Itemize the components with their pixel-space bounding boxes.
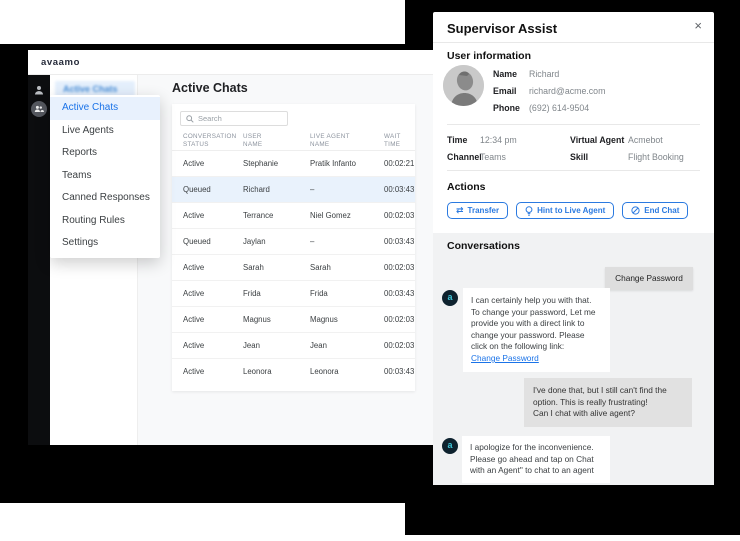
- app-icon-sidebar: [28, 75, 50, 445]
- virtual-agent-label: Virtual Agent: [570, 135, 624, 145]
- menu-item-teams[interactable]: Teams: [50, 165, 160, 188]
- app-header: avaamo: [28, 50, 435, 75]
- channel-label: Channel: [447, 152, 482, 162]
- table-row[interactable]: ActiveFridaFrida00:03:43: [172, 281, 415, 307]
- divider: [447, 170, 700, 171]
- skill-label: Skill: [570, 152, 588, 162]
- table-row[interactable]: ActiveJeanJean00:02:03: [172, 333, 415, 359]
- agents-group-icon[interactable]: [31, 101, 47, 117]
- chat-quick-reply-change-password[interactable]: Change Password: [605, 267, 693, 290]
- virtual-agent-value: Acmebot: [628, 135, 663, 145]
- table-row[interactable]: ActiveSarahSarah00:02:03: [172, 255, 415, 281]
- page-title: Active Chats: [172, 81, 248, 95]
- chats-table-card: Search CONVERSATIONSTATUS USERNAME LIVE …: [172, 104, 415, 391]
- actions-row: ⇄ Transfer Hint to Live Agent End Chat: [447, 202, 688, 219]
- phone-label: Phone: [493, 103, 520, 113]
- close-icon[interactable]: ×: [694, 18, 702, 33]
- user-avatar: [443, 65, 484, 106]
- time-label: Time: [447, 135, 467, 145]
- menu-item-reports[interactable]: Reports: [50, 142, 160, 165]
- search-placeholder: Search: [198, 114, 222, 123]
- col-live-agent-name: LIVE AGENT: [310, 133, 350, 140]
- menu-item-canned-responses[interactable]: Canned Responses: [50, 187, 160, 210]
- change-password-link[interactable]: Change Password: [471, 353, 539, 363]
- screenshot-root: avaamo Active Chats Active Chats Search …: [0, 0, 740, 541]
- table-row-selected[interactable]: QueuedRichard–00:03:43: [172, 177, 415, 203]
- name-value: Richard: [529, 69, 559, 79]
- menu-item-settings[interactable]: Settings: [50, 232, 160, 255]
- channel-value: Teams: [480, 152, 506, 162]
- col-wait-time: WAIT TIME: [384, 133, 401, 148]
- end-chat-button[interactable]: End Chat: [622, 202, 688, 219]
- col-conversation-status: CONVERSATION: [183, 133, 237, 140]
- email-value: richard@acme.com: [529, 86, 605, 96]
- user-information-heading: User information: [447, 50, 531, 62]
- table-header-row: CONVERSATIONSTATUS USERNAME LIVE AGENTNA…: [172, 130, 415, 151]
- app-content: Active Chats Search CONVERSATIONSTATUS U…: [138, 75, 435, 445]
- menu-item-active-chats[interactable]: Active Chats: [50, 97, 160, 120]
- col-user-name: USER: [243, 133, 262, 140]
- actions-heading: Actions: [447, 181, 486, 193]
- transfer-icon: ⇄: [456, 206, 464, 215]
- time-value: 12:34 pm: [480, 135, 517, 145]
- user-icon[interactable]: [32, 83, 46, 97]
- email-label: Email: [493, 86, 516, 96]
- table-row[interactable]: ActiveTerranceNiel Gomez00:02:03: [172, 203, 415, 229]
- divider: [447, 124, 700, 125]
- menu-item-routing-rules[interactable]: Routing Rules: [50, 210, 160, 233]
- panel-title: Supervisor Assist: [447, 21, 557, 36]
- user-message: I've done that, but I still can't find t…: [524, 378, 692, 427]
- bot-avatar-icon: a: [442, 438, 458, 454]
- conversations-section: Conversations Change Password a I can ce…: [433, 233, 714, 485]
- bot-avatar-icon: a: [442, 290, 458, 306]
- bot-message: I apologize for the inconvenience. Pleas…: [462, 436, 610, 483]
- table-row[interactable]: ActiveLeonoraLeonora00:03:43: [172, 359, 415, 385]
- supervisor-assist-panel: Supervisor Assist × User information Nam…: [433, 12, 714, 485]
- table-row[interactable]: QueuedJaylan–00:03:43: [172, 229, 415, 255]
- hint-to-live-agent-button[interactable]: Hint to Live Agent: [516, 202, 614, 219]
- search-icon: [186, 115, 194, 123]
- phone-value: (692) 614-9504: [529, 103, 589, 113]
- skill-value: Flight Booking: [628, 152, 684, 162]
- table-row[interactable]: ActiveMagnusMagnus00:02:03: [172, 307, 415, 333]
- table-body: ActiveStephaniePratik Infanto00:02:21 Qu…: [172, 151, 415, 385]
- bot-message: I can certainly help you with that. To c…: [463, 288, 610, 372]
- nav-popover-menu: Active Chats Live Agents Reports Teams C…: [50, 95, 160, 258]
- transfer-button[interactable]: ⇄ Transfer: [447, 202, 508, 219]
- search-input[interactable]: Search: [180, 111, 288, 126]
- name-label: Name: [493, 69, 517, 79]
- conversations-heading: Conversations: [447, 240, 520, 252]
- divider: [433, 42, 714, 43]
- avaamo-logo: avaamo: [41, 57, 80, 68]
- lightbulb-icon: [525, 206, 533, 216]
- table-row[interactable]: ActiveStephaniePratik Infanto00:02:21: [172, 151, 415, 177]
- menu-item-live-agents[interactable]: Live Agents: [50, 120, 160, 143]
- block-icon: [631, 206, 640, 215]
